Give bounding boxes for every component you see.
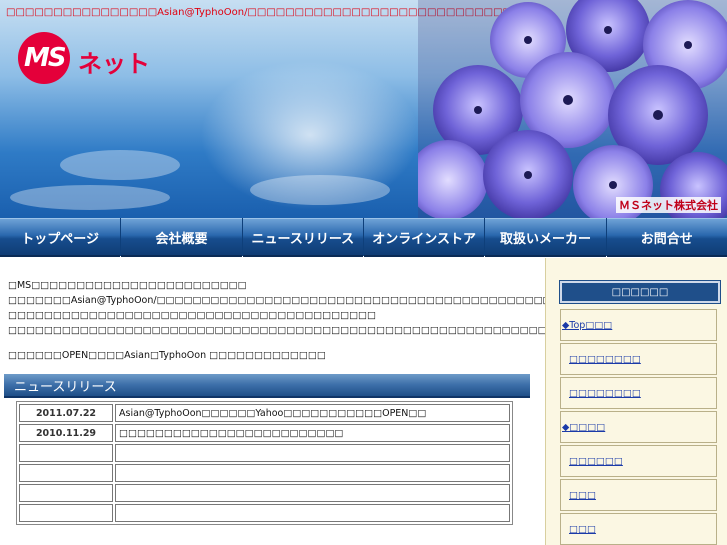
news-text	[115, 464, 510, 482]
news-table: 2011.07.22 Asian@TyphoOon□□□□□□Yahoo□□□□…	[16, 401, 513, 525]
news-date	[19, 444, 113, 462]
intro-line-4: □□□□□□□□□□□□□□□□□□□□□□□□□□□□□□□□□□□□□□□□…	[8, 325, 574, 336]
logo-net-text: ネット	[78, 50, 150, 78]
table-row	[19, 464, 510, 482]
news-text	[115, 504, 510, 522]
table-row: 2010.11.29 □□□□□□□□□□□□□□□□□□□□□□□□□	[19, 424, 510, 442]
header-banner: □□□□□□□□□□□□□□□□Asian@TyphoOon/□□□□□□□□□…	[0, 0, 727, 218]
intro-line-1: □MS□□□□□□□□□□□□□□□□□□□□□□□□	[8, 280, 247, 291]
nav-contact[interactable]: お問合せ	[606, 218, 727, 257]
nav-makers[interactable]: 取扱いメーカー	[485, 218, 606, 257]
cloud-shape	[10, 185, 170, 210]
logo-ms-text: MS	[24, 43, 67, 73]
main-nav: トップページ 会社概要 ニュースリリース オンラインストア 取扱いメーカー お問…	[0, 218, 727, 257]
nav-top[interactable]: トップページ	[0, 218, 121, 257]
news-text	[115, 444, 510, 462]
nav-store[interactable]: オンラインストア	[363, 218, 485, 257]
sidebar-item[interactable]: □□□□□□□□	[560, 377, 717, 409]
sidebar-item-section[interactable]: ◆□□□□	[560, 411, 717, 443]
sidebar-item[interactable]: □□□	[560, 479, 717, 511]
hydrangea-image	[418, 0, 727, 218]
cloud-shape	[60, 150, 180, 180]
intro-line-2: □□□□□□□Asian@TyphoOon/□□□□□□□□□□□□□□□□□□…	[8, 295, 624, 306]
sidebar-item[interactable]: □□□□□□	[560, 445, 717, 477]
sidebar: □□□□□□ ◆Top□□□ □□□□□□□□ □□□□□□□□ ◆□□□□ □…	[545, 258, 727, 545]
sidebar-item[interactable]: □□□	[560, 513, 717, 545]
intro-line-3: □□□□□□□□□□□□□□□□□□□□□□□□□□□□□□□□□□□□□□□□…	[8, 310, 377, 321]
news-date: 2011.07.22	[19, 404, 113, 422]
news-date	[19, 464, 113, 482]
intro-line-5: □□□□□□OPEN□□□□Asian□TyphoOon □□□□□□□□□□□…	[8, 350, 326, 361]
news-text: □□□□□□□□□□□□□□□□□□□□□□□□□	[115, 424, 510, 442]
news-text: Asian@TyphoOon□□□□□□Yahoo□□□□□□□□□□□OPEN…	[115, 404, 510, 422]
sidebar-title: □□□□□□	[559, 280, 721, 304]
news-date: 2010.11.29	[19, 424, 113, 442]
cloud-shape	[250, 175, 390, 205]
news-heading: ニュースリリース	[4, 374, 530, 398]
sidebar-item-top[interactable]: ◆Top□□□	[560, 309, 717, 341]
table-row	[19, 484, 510, 502]
news-date	[19, 484, 113, 502]
table-row	[19, 444, 510, 462]
nav-news[interactable]: ニュースリリース	[242, 218, 363, 257]
site-logo[interactable]: MS ネット	[18, 32, 158, 84]
news-date	[19, 504, 113, 522]
news-text	[115, 484, 510, 502]
table-row	[19, 504, 510, 522]
nav-company[interactable]: 会社概要	[121, 218, 242, 257]
table-row: 2011.07.22 Asian@TyphoOon□□□□□□Yahoo□□□□…	[19, 404, 510, 422]
sidebar-item[interactable]: □□□□□□□□	[560, 343, 717, 375]
company-caption: ＭＳネット株式会社	[616, 197, 721, 213]
